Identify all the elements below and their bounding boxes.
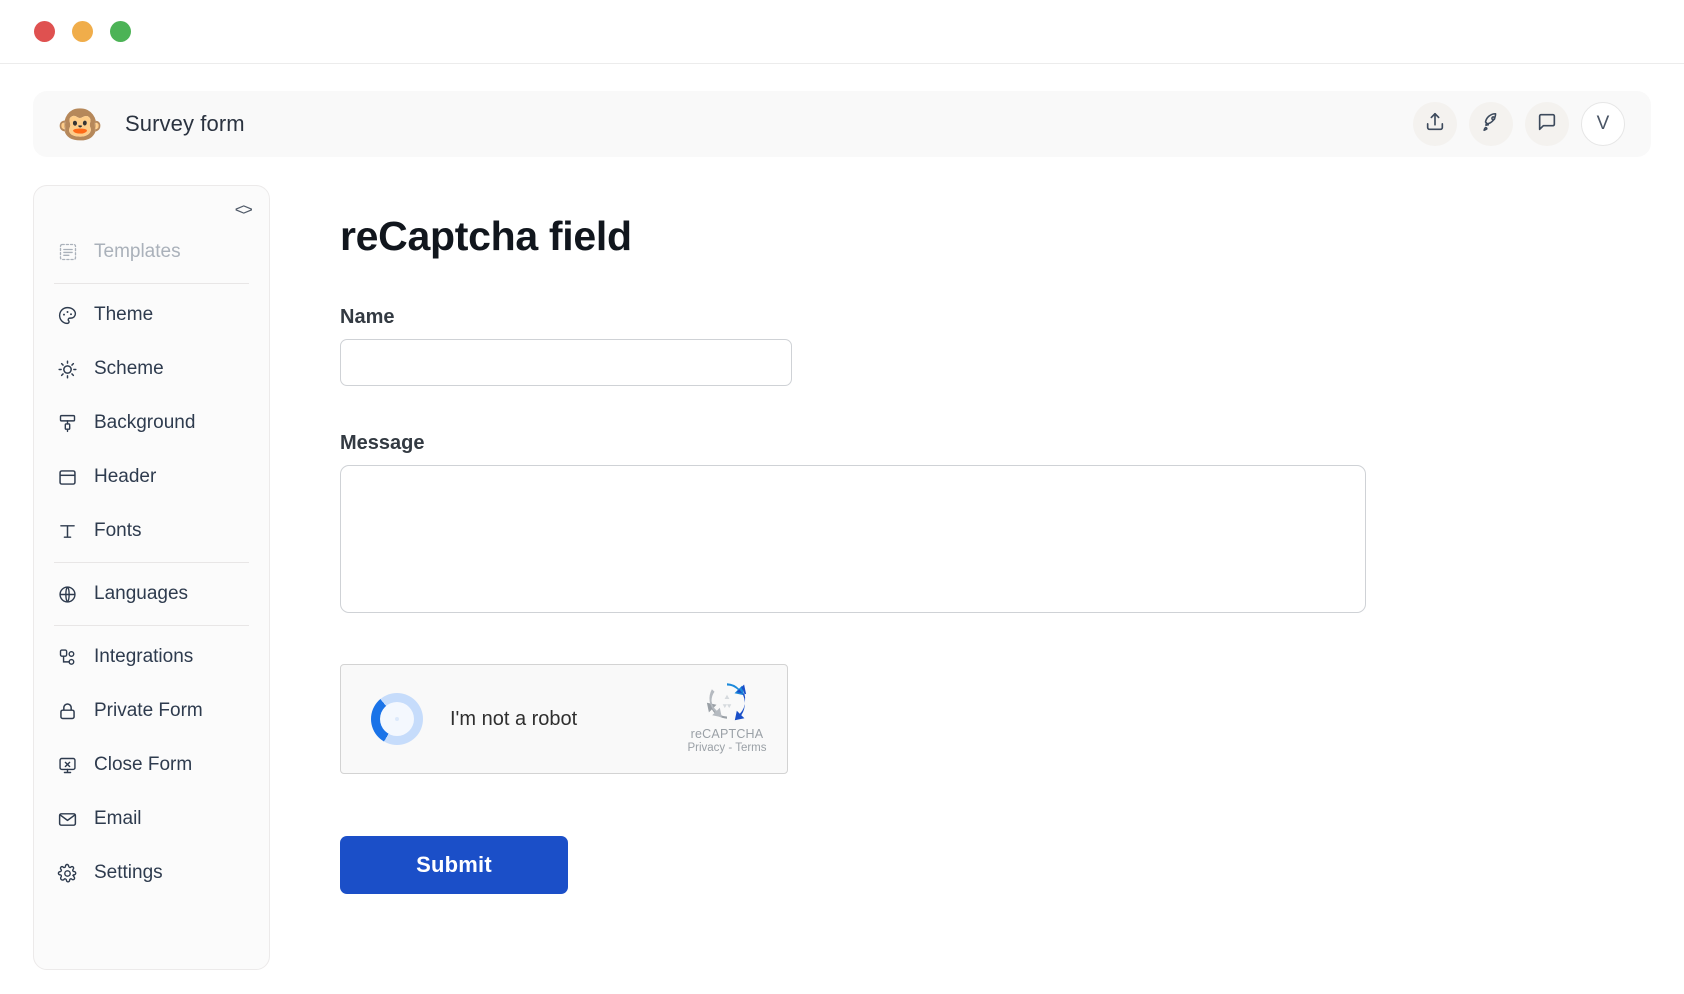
window-close-button[interactable] (34, 21, 55, 42)
name-label: Name (340, 306, 395, 328)
window-minimize-button[interactable] (72, 21, 93, 42)
sidebar-divider (54, 562, 249, 563)
page-title: reCaptcha field (340, 213, 632, 259)
app-shell: 🐵 Survey form V <> Templates Theme Schem… (0, 64, 1684, 994)
recaptcha-branding: reCAPTCHA Privacy - Terms (681, 677, 773, 754)
sidebar-item-label: Settings (94, 862, 163, 883)
window-titlebar (0, 0, 1684, 64)
paint-roller-icon (56, 412, 79, 435)
field-name: Name (340, 306, 1651, 386)
brightness-icon (56, 358, 79, 381)
sidebar-item-label: Private Form (94, 700, 203, 721)
palette-icon (56, 304, 79, 327)
sidebar-item-label: Templates (94, 241, 181, 262)
recaptcha-checkbox-label: I'm not a robot (450, 707, 578, 730)
sidebar-item-label: Background (94, 412, 196, 433)
sidebar-item-close-form[interactable]: Close Form (34, 738, 269, 792)
sidebar-item-label: Scheme (94, 358, 164, 379)
sidebar-item-label: Close Form (94, 754, 193, 775)
publish-button[interactable] (1469, 102, 1513, 146)
sidebar-item-label: Languages (94, 583, 189, 604)
app-header: 🐵 Survey form V (33, 91, 1651, 157)
recaptcha-loading-spinner[interactable] (371, 693, 423, 745)
brand: 🐵 Survey form (56, 103, 245, 145)
submit-button[interactable]: Submit (340, 836, 568, 894)
sidebar-item-label: Email (94, 808, 142, 829)
recaptcha-terms-links[interactable]: Privacy - Terms (681, 742, 773, 754)
sidebar-item-private-form[interactable]: Private Form (34, 684, 269, 738)
text-type-icon (56, 520, 79, 543)
nodes-icon (56, 646, 79, 669)
sidebar-item-label: Integrations (94, 646, 194, 667)
code-view-toggle-icon[interactable]: <> (235, 202, 253, 221)
avatar-initial: V (1596, 113, 1610, 134)
sidebar-item-scheme[interactable]: Scheme (34, 342, 269, 396)
form-title: Survey form (125, 111, 245, 136)
sidebar-divider (54, 625, 249, 626)
sidebar-item-header[interactable]: Header (34, 450, 269, 504)
sidebar-item-fonts[interactable]: Fonts (34, 504, 269, 558)
layout-icon (56, 466, 79, 489)
recaptcha-brand-label: reCAPTCHA (690, 727, 764, 741)
gear-icon (56, 862, 79, 885)
chat-bubble-icon (1536, 111, 1558, 138)
rocket-icon (1480, 111, 1502, 138)
sidebar-item-label: Header (94, 466, 157, 487)
name-input[interactable] (340, 339, 792, 386)
sidebar-item-integrations[interactable]: Integrations (34, 630, 269, 684)
sidebar-item-label: Fonts (94, 520, 142, 541)
header-actions: V (1413, 102, 1625, 146)
envelope-icon (56, 808, 79, 831)
globe-icon (56, 583, 79, 606)
sidebar-item-background[interactable]: Background (34, 396, 269, 450)
sidebar: <> Templates Theme Scheme Background Hea… (33, 185, 270, 970)
sidebar-item-email[interactable]: Email (34, 792, 269, 846)
body: <> Templates Theme Scheme Background Hea… (33, 185, 1651, 985)
recaptcha-widget[interactable]: I'm not a robot reCAPTCHA Privacy - Term… (340, 664, 788, 774)
sidebar-item-languages[interactable]: Languages (34, 567, 269, 621)
sidebar-item-label: Theme (94, 304, 154, 325)
sidebar-header: <> (34, 196, 269, 225)
templates-icon (56, 241, 79, 264)
monitor-x-icon (56, 754, 79, 777)
message-input[interactable] (340, 465, 1366, 613)
monkey-logo-icon: 🐵 (56, 103, 104, 145)
upload-icon (1424, 111, 1446, 138)
window-maximize-button[interactable] (110, 21, 131, 42)
message-label: Message (340, 432, 425, 454)
messages-button[interactable] (1525, 102, 1569, 146)
avatar[interactable]: V (1581, 102, 1625, 146)
main-content: reCaptcha field Name Message I'm not a r… (270, 185, 1651, 985)
field-message: Message (340, 432, 1651, 618)
recaptcha-center-dot (395, 717, 399, 721)
sidebar-divider (54, 283, 249, 284)
recaptcha-logo-icon (703, 677, 751, 725)
sidebar-item-settings[interactable]: Settings (34, 846, 269, 900)
sidebar-item-theme[interactable]: Theme (34, 288, 269, 342)
sidebar-item-templates[interactable]: Templates (34, 225, 269, 279)
lock-icon (56, 700, 79, 723)
share-button[interactable] (1413, 102, 1457, 146)
